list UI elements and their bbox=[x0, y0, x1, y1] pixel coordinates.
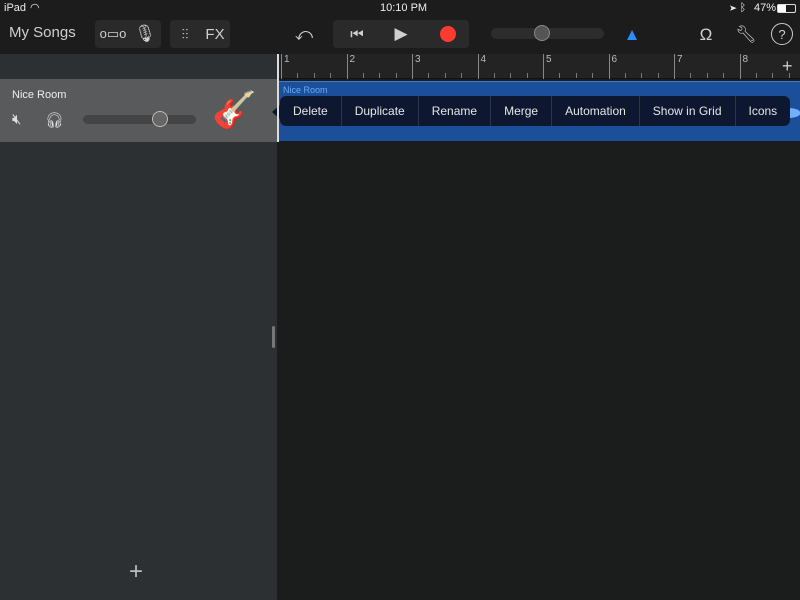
clock: 10:10 PM bbox=[380, 2, 428, 14]
track-header[interactable]: Nice Room 🔇︎ 🎧︎ 🎸 bbox=[0, 79, 277, 142]
ruler-tick bbox=[313, 73, 315, 78]
headphones-icon[interactable]: 🎧︎ bbox=[45, 111, 64, 129]
ruler-tick bbox=[395, 73, 397, 78]
playhead[interactable] bbox=[277, 54, 279, 142]
wifi-icon: ◠ bbox=[30, 2, 40, 14]
ruler-tick bbox=[297, 73, 299, 78]
ruler-bar-6: 6 bbox=[608, 54, 617, 79]
location-bluetooth-icon: ➤ ᛒ bbox=[730, 2, 747, 14]
ruler-tick bbox=[755, 73, 757, 78]
add-section-button[interactable]: + bbox=[782, 56, 793, 77]
ruler-bar-3: 3 bbox=[412, 54, 421, 79]
ruler-bar-2: 2 bbox=[346, 54, 355, 79]
status-bar: iPad ◠ 10:10 PM ➤ ᛒ 47% bbox=[0, 0, 800, 18]
transport-group: ⏮︎ ▶ bbox=[333, 20, 469, 48]
menu-item-rename[interactable]: Rename bbox=[417, 96, 490, 126]
ruler-tick bbox=[706, 73, 708, 78]
ruler[interactable]: 1 2 3 4 5 6 7 8 bbox=[277, 54, 800, 79]
ruler-tick bbox=[559, 73, 561, 78]
region-context-menu: Delete Duplicate Rename Merge Automation Show… bbox=[280, 96, 791, 126]
help-icon[interactable]: ? bbox=[771, 23, 793, 45]
ruler-tick bbox=[493, 73, 495, 78]
menu-item-show-in-grid[interactable]: Show in Grid bbox=[638, 96, 735, 126]
menu-item-delete[interactable]: Delete bbox=[280, 96, 341, 126]
slider-thumb[interactable] bbox=[534, 25, 550, 41]
battery-icon bbox=[777, 4, 796, 13]
view-group: o▭o 🎙︎ bbox=[95, 20, 161, 48]
region-name: Nice Room bbox=[283, 85, 328, 95]
volume-slider[interactable] bbox=[83, 111, 196, 127]
ruler-bar-5: 5 bbox=[543, 54, 552, 79]
ruler-tick bbox=[444, 73, 446, 78]
ruler-bar-4: 4 bbox=[477, 54, 486, 79]
ruler-tick bbox=[330, 73, 332, 78]
track-name: Nice Room bbox=[12, 89, 67, 101]
ruler-bar-1: 1 bbox=[281, 54, 290, 79]
mute-icon[interactable]: 🔇︎ bbox=[12, 111, 21, 128]
ruler-tick bbox=[428, 73, 430, 78]
add-track-button[interactable]: + bbox=[129, 558, 143, 586]
menu-item-merge[interactable]: Merge bbox=[490, 96, 551, 126]
undo-icon[interactable]: ⤺ bbox=[292, 23, 316, 47]
ruler-tick bbox=[657, 73, 659, 78]
mixer-group: ⫶⫶ FX bbox=[170, 20, 230, 48]
ruler-tick bbox=[461, 73, 463, 78]
microphone-icon[interactable]: 🎙︎ bbox=[133, 23, 157, 45]
ruler-tick bbox=[772, 73, 774, 78]
ruler-tick bbox=[526, 73, 528, 78]
toolbar: My Songs o▭o 🎙︎ ⫶⫶ FX ⤺ ⏮︎ ▶ ▲ Ω 🔧︎ ? bbox=[0, 18, 800, 54]
play-icon[interactable]: ▶ bbox=[383, 23, 419, 45]
tracks-view-icon[interactable]: o▭o bbox=[98, 23, 128, 45]
resize-handle[interactable] bbox=[272, 326, 275, 348]
menu-item-icons[interactable]: Icons bbox=[734, 96, 791, 126]
ruler-tick bbox=[723, 73, 725, 78]
volume-thumb[interactable] bbox=[151, 111, 168, 127]
device-label: iPad bbox=[4, 2, 27, 14]
ruler-tick bbox=[362, 73, 364, 78]
mixer-icon[interactable]: ⫶⫶ bbox=[173, 23, 197, 45]
ruler-tick bbox=[510, 73, 512, 78]
fx-button[interactable]: FX bbox=[202, 23, 228, 45]
ruler-tick bbox=[379, 73, 381, 78]
ruler-bar-7: 7 bbox=[674, 54, 683, 79]
go-to-beginning-icon[interactable]: ⏮︎ bbox=[339, 23, 375, 45]
ruler-bar-8: 8 bbox=[739, 54, 748, 79]
acoustic-guitar-icon: 🎸 bbox=[212, 89, 257, 130]
ruler-tick bbox=[592, 73, 594, 78]
ruler-tick bbox=[641, 73, 643, 78]
loop-icon[interactable]: Ω bbox=[694, 23, 718, 47]
ruler-tick bbox=[624, 73, 626, 78]
ruler-tick bbox=[690, 73, 692, 78]
wrench-icon[interactable]: 🔧︎ bbox=[734, 23, 758, 47]
menu-item-duplicate[interactable]: Duplicate bbox=[340, 96, 418, 126]
ruler-tick bbox=[575, 73, 577, 78]
record-button[interactable] bbox=[440, 26, 456, 42]
metronome-icon[interactable]: ▲ bbox=[620, 23, 644, 47]
battery-percent: 47% bbox=[754, 2, 777, 14]
my-songs-button[interactable]: My Songs bbox=[9, 24, 76, 41]
playhead-slider[interactable] bbox=[491, 25, 604, 41]
menu-item-automation[interactable]: Automation bbox=[551, 96, 639, 126]
